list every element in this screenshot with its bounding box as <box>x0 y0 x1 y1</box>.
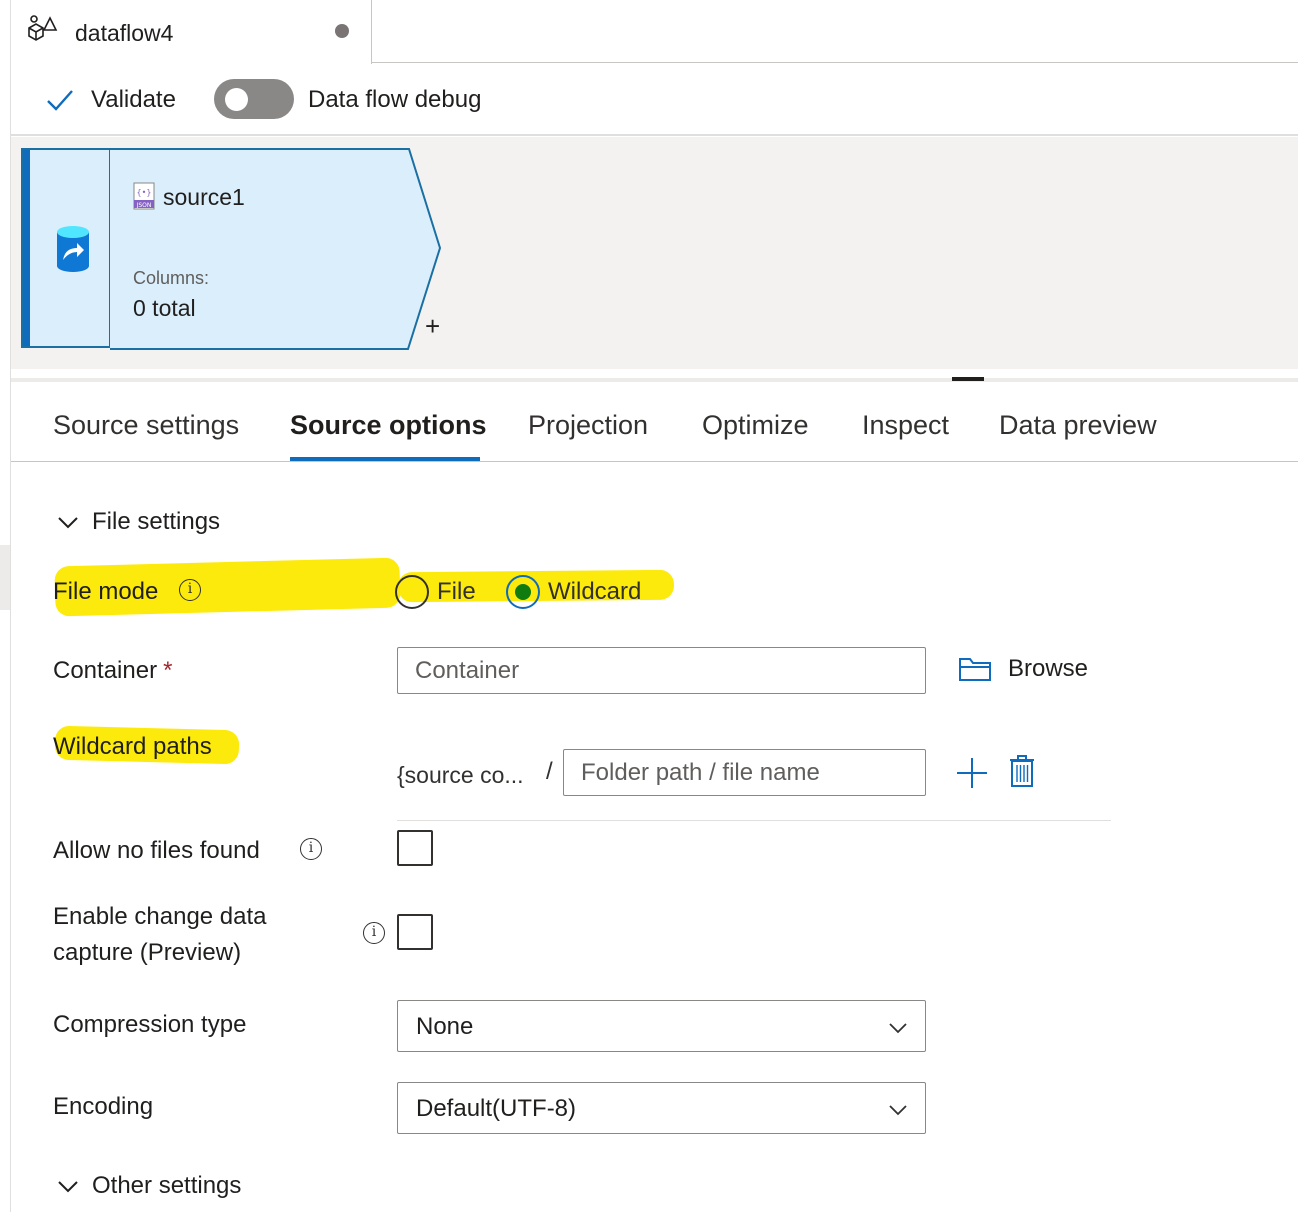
node-accent-bar <box>23 150 30 346</box>
change-data-capture-label-line2: capture (Preview) <box>53 939 242 966</box>
node-columns-label: Columns: <box>133 268 210 288</box>
source-database-icon <box>57 226 89 272</box>
source-node[interactable]: {•} JSON source1 Columns: 0 total <box>109 148 443 350</box>
svg-text:{•}: {•} <box>137 188 152 197</box>
change-data-capture-checkbox[interactable] <box>397 914 433 950</box>
tab-source-options[interactable]: Source options <box>290 410 487 441</box>
delete-trash-icon[interactable] <box>1008 754 1036 788</box>
path-separator: / <box>546 758 553 785</box>
change-data-capture-label-line1: Enable change data <box>53 903 267 930</box>
node-title: source1 <box>163 184 245 210</box>
document-tab[interactable]: dataflow4 <box>11 0 372 64</box>
svg-text:JSON: JSON <box>136 202 152 209</box>
tab-optimize[interactable]: Optimize <box>702 410 809 441</box>
browse-button[interactable]: Browse <box>958 655 1088 683</box>
info-icon[interactable]: i <box>179 579 201 601</box>
required-star: * <box>163 657 173 684</box>
other-settings-header[interactable]: Other settings <box>56 1172 241 1200</box>
chevron-down-icon <box>889 1105 907 1116</box>
divider <box>397 820 1111 821</box>
tab-projection[interactable]: Projection <box>528 410 648 441</box>
json-file-icon: {•} JSON <box>133 182 155 210</box>
encoding-label: Encoding <box>53 1093 154 1120</box>
allow-no-files-label: Allow no files found <box>53 837 260 864</box>
add-transform-plus-icon[interactable]: + <box>425 313 440 339</box>
compression-type-label: Compression type <box>53 1011 247 1038</box>
add-path-plus-icon[interactable] <box>955 756 989 790</box>
container-label: Container * <box>53 657 172 685</box>
compression-type-select[interactable]: None <box>397 1000 926 1052</box>
container-input[interactable] <box>397 647 926 694</box>
left-rail-marker <box>0 545 10 610</box>
chevron-down-icon <box>889 1023 907 1034</box>
container-label-text: Container <box>53 657 158 684</box>
active-tab-indicator <box>290 457 480 461</box>
toolbar: Validate Data flow debug <box>11 64 1298 136</box>
browse-label: Browse <box>1008 655 1089 682</box>
source-node-rail[interactable] <box>21 148 111 348</box>
debug-toggle[interactable] <box>214 79 294 119</box>
property-tabs: Source settings Source options Projectio… <box>11 400 1298 462</box>
radio-circle-selected <box>506 575 540 609</box>
other-settings-title: Other settings <box>92 1172 242 1199</box>
file-mode-wildcard-label: Wildcard <box>548 578 642 605</box>
toggle-knob <box>225 88 248 111</box>
info-icon[interactable]: i <box>300 838 322 860</box>
wildcard-paths-label: Wildcard paths <box>53 733 212 760</box>
info-icon[interactable]: i <box>363 922 385 944</box>
node-columns-value: 0 total <box>133 295 196 321</box>
unsaved-dot-icon <box>335 24 349 38</box>
dataflow-icon <box>28 15 58 41</box>
compression-type-value: None <box>416 1013 474 1040</box>
chevron-down-icon <box>58 1181 78 1193</box>
pane-splitter[interactable] <box>11 378 1298 382</box>
wildcard-path-input[interactable] <box>563 749 926 796</box>
chevron-down-icon <box>58 517 78 529</box>
radio-circle <box>395 575 429 609</box>
debug-toggle-label: Data flow debug <box>308 86 482 113</box>
document-tab-strip: dataflow4 <box>11 0 1298 64</box>
file-settings-title: File settings <box>92 508 221 535</box>
file-mode-wildcard-radio[interactable]: Wildcard <box>506 575 641 609</box>
document-title: dataflow4 <box>75 20 174 46</box>
file-mode-file-radio[interactable]: File <box>395 575 476 609</box>
tab-data-preview[interactable]: Data preview <box>999 410 1157 441</box>
wildcard-container-prefix: {source co... <box>397 762 524 788</box>
encoding-value: Default(UTF-8) <box>416 1095 577 1122</box>
file-mode-file-label: File <box>437 578 476 605</box>
file-mode-label: File mode <box>53 578 159 605</box>
allow-no-files-checkbox[interactable] <box>397 830 433 866</box>
tab-source-settings[interactable]: Source settings <box>53 410 239 441</box>
validate-button[interactable]: Validate <box>45 82 176 118</box>
encoding-select[interactable]: Default(UTF-8) <box>397 1082 926 1134</box>
validate-label: Validate <box>91 86 176 113</box>
splitter-grip[interactable] <box>952 377 984 381</box>
file-settings-header[interactable]: File settings <box>56 508 220 536</box>
tab-inspect[interactable]: Inspect <box>862 410 949 441</box>
dataflow-canvas: {•} JSON source1 Columns: 0 total + <box>11 137 1298 369</box>
folder-icon <box>959 658 991 681</box>
checkmark-icon <box>47 90 73 111</box>
